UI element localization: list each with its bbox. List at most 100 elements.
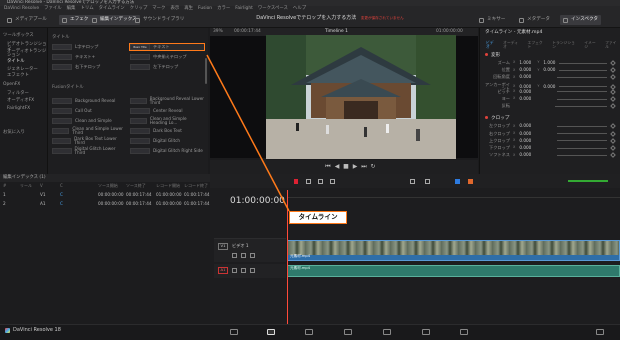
inspector-tab-2[interactable]: エフェクト [528,41,547,49]
inspector-slider[interactable] [557,76,607,78]
fusion-title-item[interactable]: Digital Glitch Lower Third [52,146,126,155]
menu-item-1[interactable]: ファイル [44,6,62,11]
menu-item-13[interactable]: ヘルプ [293,6,306,11]
media-pool-button[interactable]: メディアプール [4,15,50,25]
title-item[interactable]: テキスト+ [52,54,126,60]
inspector-slider[interactable] [557,147,607,149]
inspector-value-y[interactable]: 0.000 [541,67,555,72]
menu-item-0[interactable]: DaVinci Resolve [4,6,39,11]
inspector-tab-0[interactable]: ビデオ [486,41,497,49]
edit-index-cell[interactable]: 00:00:17:44 [126,201,152,206]
fusion-title-item[interactable]: Background Reveal [52,98,126,104]
title-item[interactable]: 中央揃えテロップ [130,54,204,60]
edit-index-column-header[interactable]: V [40,184,43,188]
fusion-title-item[interactable]: Call Out [52,108,126,114]
effects-scrollbar[interactable] [205,58,207,84]
audio-lock-icon[interactable] [232,268,237,273]
edit-index-cell[interactable]: A1 [40,201,46,206]
menu-item-7[interactable]: 表示 [170,6,179,11]
menu-item-2[interactable]: 編集 [67,6,76,11]
inspector-section-title[interactable]: 変形 [485,53,500,59]
color-page-icon[interactable] [383,329,391,335]
inspector-slider[interactable] [557,91,607,93]
inspector-value-x[interactable]: 0.000 [517,152,531,157]
menu-item-3[interactable]: トリム [80,6,93,11]
title-item[interactable]: 右下テロップ [52,64,126,70]
fusion-title-item[interactable]: Digital Glitch [130,138,204,144]
keyframe-icon[interactable] [610,130,616,137]
inspector-button[interactable]: インスペクタ [560,15,601,25]
effects-tree-item[interactable]: タイトル [7,59,25,64]
play-reverse-icon[interactable]: ◀ [334,164,340,170]
fusion-title-item[interactable]: Clean and Simple Heading Lo... [130,116,204,125]
loop-icon[interactable]: ↻ [370,164,376,170]
edit-index-cell[interactable]: 01:00:00:00 [156,201,182,206]
menu-item-12[interactable]: ワークスペース [258,6,288,11]
keyframe-icon[interactable] [610,60,616,66]
mute-icon[interactable] [250,268,255,273]
inspector-slider[interactable] [559,69,607,71]
viewer-frame[interactable] [266,35,456,159]
effects-tree-item[interactable]: OpenFX [3,82,20,87]
fusion-title-item[interactable]: Clean and Simple Lower Third [52,126,126,135]
edit-page-icon[interactable] [305,329,313,335]
keyframe-icon[interactable] [610,145,616,151]
settings-icon[interactable] [596,329,604,335]
keyframe-icon[interactable] [610,152,616,159]
trim-tool-icon[interactable] [306,179,311,184]
edit-index-cell[interactable]: 00:00:17:44 [126,192,152,197]
edit-index-column-header[interactable]: レコード終了 [184,184,208,188]
edit-index-cell[interactable]: V1 [40,192,46,197]
edit-index-cell[interactable]: 1 [3,192,6,197]
effects-tree-item[interactable]: エフェクト [7,73,29,78]
fusion-title-item[interactable]: Dark Box Text Lower Third [52,136,126,145]
inspector-value-x[interactable]: 0.000 [517,96,531,101]
effects-tree-item[interactable]: ツールボックス [3,33,34,38]
stop-icon[interactable]: ■ [343,164,349,170]
menu-item-9[interactable]: Fusion [198,6,212,11]
edit-index-column-header[interactable]: ソース終了 [126,184,146,188]
link-icon[interactable] [425,179,430,184]
edit-index-cell[interactable]: 00:00:00:00 [98,192,124,197]
deliver-page-icon[interactable] [460,329,468,335]
marker-icon[interactable] [468,179,473,184]
inspector-value-y[interactable]: 0.000 [541,84,555,89]
inspector-value-x[interactable]: 0.000 [517,124,531,128]
edit-index-cell[interactable]: C [60,192,63,197]
fusion-title-item[interactable]: Digital Glitch Right Side [130,148,204,154]
title-item[interactable]: Basic Title テキスト [129,43,205,51]
edit-index-column-header[interactable]: ソース開始 [98,184,118,188]
mixer-button[interactable]: ミキサー [476,15,508,25]
title-item[interactable]: L字テロップ [52,44,126,50]
blade-tool-icon[interactable] [330,179,335,184]
edit-index-cell[interactable]: 2 [3,201,6,206]
flag-icon[interactable] [455,179,460,184]
auto-select-icon[interactable] [241,253,246,258]
timeline-name[interactable]: Timeline 1 [325,29,348,34]
inspector-value-x[interactable]: 0.000 [517,67,531,72]
inspector-tab-5[interactable]: ファイル [605,41,620,49]
inspector-value-y[interactable]: 1.000 [541,60,555,65]
menu-item-4[interactable]: タイムライン [99,6,125,11]
fairlight-page-icon[interactable] [422,329,430,335]
keyframe-icon[interactable] [610,74,616,81]
inspector-slider[interactable] [555,105,607,107]
inspector-slider[interactable] [557,140,607,142]
playhead[interactable] [287,190,288,324]
solo-icon[interactable] [241,268,246,273]
cut-page-icon[interactable] [267,329,275,335]
title-item[interactable]: 左下テロップ [130,64,204,70]
pointer-tool-icon[interactable] [294,179,299,184]
inspector-tab-3[interactable]: トランジション [552,41,578,49]
inspector-slider[interactable] [559,86,607,88]
keyframe-icon[interactable] [610,138,616,144]
fusion-title-item[interactable]: Clean and Simple [52,118,126,124]
effects-tree-item[interactable]: オーディオトランジション [7,49,47,59]
keyframe-icon[interactable] [610,89,616,95]
edit-index-cell[interactable]: 01:00:00:00 [156,192,182,197]
inspector-value-x[interactable]: 0.000 [517,75,531,79]
edit-index-column-header[interactable]: # [3,184,6,188]
effects-tree-item[interactable]: オーディオFX [7,98,34,103]
viewer-zoom[interactable]: 39% [213,29,223,34]
section-enabled-icon[interactable] [485,116,488,120]
